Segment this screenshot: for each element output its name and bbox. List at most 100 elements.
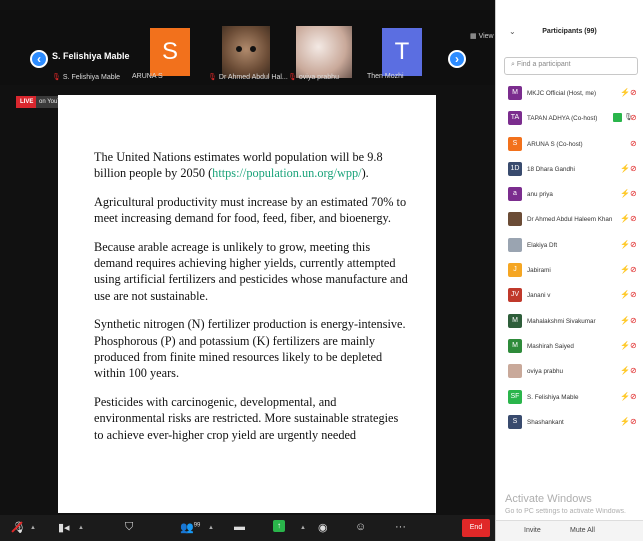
participant-name: Jabirami <box>527 267 551 275</box>
muted-mic-icon: ⚡ <box>620 214 630 224</box>
participant-name: ARUNA S (Co-host) <box>527 140 583 148</box>
avatar: J <box>508 263 522 278</box>
muted-mic-icon: ⚡ <box>620 163 630 173</box>
avatar: M <box>508 338 522 353</box>
slide-paragraph-2: Agricultural productivity must increase … <box>94 194 407 226</box>
video-options-caret[interactable]: ▲ <box>78 525 84 531</box>
participant-row[interactable]: oviya prabhu ⚡ ⊘ <box>496 361 643 386</box>
population-link[interactable]: https://population.un.org/wpp/ <box>212 166 361 180</box>
view-button[interactable]: ▦ View <box>470 32 494 40</box>
participant-name: Elakiya Dft <box>527 241 558 249</box>
share-caret[interactable]: ▲ <box>300 525 306 531</box>
next-page-button[interactable]: › <box>448 50 466 68</box>
participants-caret[interactable]: ▲ <box>208 525 214 531</box>
tile-name-aruna: ARUNA S <box>132 73 163 80</box>
reactions-icon[interactable]: ☺ <box>355 521 366 533</box>
start-video-button[interactable]: ▮◂ <box>58 521 70 534</box>
participant-row[interactable]: TA TAPAN ADHYA (Co-host) 🎙 ⊘ <box>496 108 643 133</box>
active-speaker: S. Felishiya Mable <box>52 46 130 64</box>
tile-video-ahmed[interactable] <box>222 26 270 78</box>
video-off-icon: ⊘ <box>630 214 637 224</box>
muted-mic-icon: ⚡ <box>620 315 630 325</box>
video-off-icon: ⊘ <box>630 163 637 173</box>
record-icon[interactable]: ◉ <box>318 521 328 534</box>
avatar: a <box>508 187 522 202</box>
participant-name: anu priya <box>527 191 553 199</box>
participant-row[interactable]: a anu priya ⚡ ⊘ <box>496 184 643 209</box>
end-meeting-button[interactable]: End <box>462 519 490 537</box>
participant-search-input[interactable]: Find a participant <box>504 57 638 75</box>
participant-row[interactable]: Dr Ahmed Abdul Haleem Khan ⚡ ⊘ <box>496 209 643 234</box>
muted-mic-icon: ⚡ <box>620 416 630 426</box>
chat-icon[interactable]: ▬ <box>234 521 245 533</box>
muted-mic-icon: ⚡ <box>620 265 630 275</box>
participant-row[interactable]: J Jabirami ⚡ ⊘ <box>496 260 643 285</box>
participant-name: S. Felishiya Mable <box>527 393 579 401</box>
muted-mic-icon: ⚡ <box>620 239 630 249</box>
participants-button[interactable]: 👥99 <box>180 521 200 534</box>
participant-row[interactable]: M Mashirah Saiyed ⚡ ⊘ <box>496 336 643 361</box>
avatar: TA <box>508 111 522 126</box>
tile-avatar-then-mozhi[interactable]: T <box>382 28 422 76</box>
avatar: S <box>508 414 522 429</box>
tile-video-oviya[interactable] <box>296 26 352 78</box>
invite-button[interactable]: Invite <box>524 527 541 534</box>
avatar: SF <box>508 389 522 404</box>
video-off-icon: ⊘ <box>630 265 637 275</box>
video-off-icon: ⊘ <box>630 416 637 426</box>
audio-options-caret[interactable]: ▲ <box>30 525 36 531</box>
participant-name: TAPAN ADHYA (Co-host) <box>527 115 598 123</box>
participant-name: Dr Ahmed Abdul Haleem Khan <box>527 216 613 224</box>
participant-row[interactable]: JV Janani v ⚡ ⊘ <box>496 285 643 310</box>
avatar: 1D <box>508 161 522 176</box>
panel-title: Participants (99) <box>542 28 597 35</box>
avatar: M <box>508 313 522 328</box>
share-screen-button[interactable]: ↑ <box>273 520 285 532</box>
zoom-app: ‹ S. Felishiya Mable S T › ▦ View 🎙 S. Fe… <box>0 0 643 541</box>
slide-paragraph-3: Because arable acreage is unlikely to gr… <box>94 239 408 303</box>
muted-mic-icon: ⚡ <box>620 391 630 401</box>
avatar: M <box>508 86 522 100</box>
participants-panel: ⌄ Participants (99) Find a participant M… <box>495 0 643 541</box>
muted-mic-icon: 🎙 <box>208 74 217 81</box>
avatar <box>508 212 522 227</box>
participant-row[interactable]: 1D 18 Dhara Gandhi ⚡ ⊘ <box>496 159 643 184</box>
muted-mic-icon: ⚡ <box>620 189 630 199</box>
panel-footer: Invite Mute All <box>496 520 643 541</box>
participant-row[interactable]: Elakiya Dft ⚡ ⊘ <box>496 235 643 260</box>
participant-row[interactable]: SF S. Felishiya Mable ⚡ ⊘ <box>496 387 643 412</box>
active-speaker-name: S. Felishiya Mable <box>52 51 130 61</box>
participant-row[interactable]: M MKJC Official (Host, me) ⚡ ⊘ <box>496 83 643 108</box>
participant-row[interactable]: S ARUNA S (Co-host) ⊘ <box>496 134 643 159</box>
slide-paragraph-4: Synthetic nitrogen (N) fertilizer produc… <box>94 317 406 381</box>
live-badge[interactable]: LIVE <box>16 96 38 108</box>
mute-all-button[interactable]: Mute All <box>570 527 595 534</box>
activate-windows-watermark: Activate Windows <box>505 493 592 505</box>
panel-header: ⌄ Participants (99) <box>496 0 643 48</box>
prev-page-button[interactable]: ‹ <box>30 50 48 68</box>
avatar <box>508 364 522 379</box>
participant-list: M MKJC Official (Host, me) ⚡ ⊘ TA TAPAN ADHYA… <box>496 83 643 437</box>
security-icon[interactable]: ⛉ <box>125 521 133 534</box>
avatar <box>508 237 522 252</box>
participant-row[interactable]: S Shashankant ⚡ ⊘ <box>496 412 643 437</box>
participant-name: Shashankant <box>527 418 564 426</box>
search-placeholder: Find a participant <box>516 61 571 68</box>
participant-name: oviya prabhu <box>527 368 564 376</box>
tile-avatar-aruna[interactable]: S <box>150 28 190 76</box>
avatar: JV <box>508 288 522 303</box>
participant-row[interactable]: M Mahalakshmi Sivakumar ⚡ ⊘ <box>496 311 643 336</box>
more-icon[interactable]: ··· <box>395 521 406 533</box>
video-off-icon: ⊘ <box>630 88 637 97</box>
video-off-icon: ⊘ <box>630 290 637 300</box>
tile-name-oviya: 🎙 oviya prabhu <box>288 74 339 81</box>
video-off-icon: ⊘ <box>630 315 637 325</box>
participant-name: Mashirah Saiyed <box>527 342 574 350</box>
muted-mic-icon: ⚡ <box>620 340 630 350</box>
video-off-icon: ⊘ <box>630 239 637 249</box>
unmute-button[interactable]: 🎙 <box>12 521 26 534</box>
participant-name: Mahalakshmi Sivakumar <box>527 317 596 325</box>
shared-slide: The United Nations estimates world popul… <box>58 95 436 513</box>
video-off-icon: ⊘ <box>630 366 637 376</box>
video-off-icon: ⊘ <box>630 113 637 123</box>
